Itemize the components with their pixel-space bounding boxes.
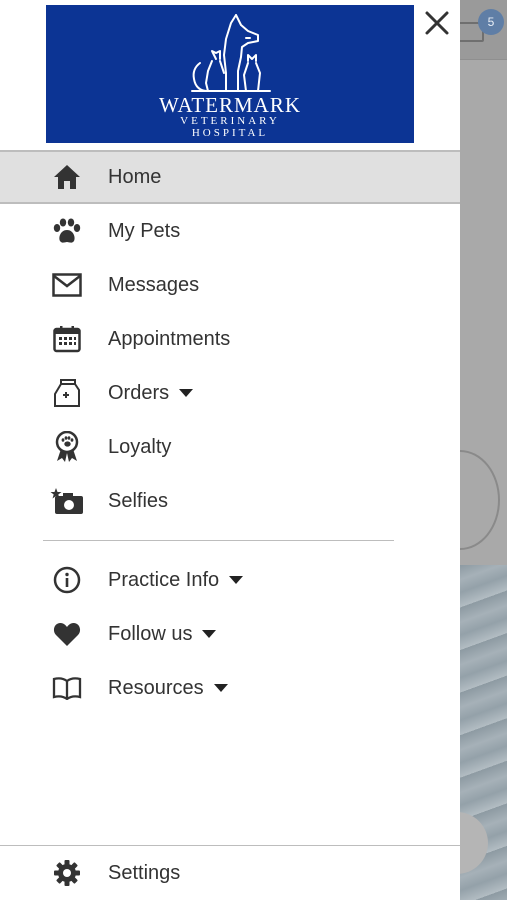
menu-item-label: Home [108,165,162,188]
chevron-down-icon [213,684,228,693]
menu-item-my-pets[interactable]: My Pets [0,204,460,258]
menu-divider [43,540,394,541]
notification-badge: 5 [478,9,504,35]
heart-icon [50,617,84,651]
award-ribbon-icon [50,430,84,464]
close-icon[interactable] [422,8,452,38]
menu-item-label: Resources [108,677,228,700]
chevron-down-icon [229,576,244,585]
chevron-down-icon [179,389,194,398]
menu-item-label: Loyalty [108,435,172,458]
menu-item-label: Settings [108,861,181,884]
menu-item-label: Follow us [108,622,217,646]
follow-us-label: Follow us [108,622,193,645]
open-book-icon [50,671,84,705]
orders-label: Orders [108,381,170,404]
background-app: 5 [460,0,507,900]
home-icon [50,160,84,194]
menu-item-home[interactable]: Home [0,150,460,204]
resources-label: Resources [108,676,204,699]
practice-info-label: Practice Info [108,568,220,591]
menu-item-practice-info[interactable]: Practice Info [0,553,460,607]
menu-item-resources[interactable]: Resources [0,661,460,715]
background-circle-button [460,450,500,550]
gear-icon [50,856,84,890]
menu-item-label: Selfies [108,489,169,512]
menu-item-label: Practice Info [108,568,244,592]
logo-subtitle-2: HOSPITAL [191,127,269,139]
menu-item-follow-us[interactable]: Follow us [0,607,460,661]
menu-item-label: My Pets [108,219,181,242]
menu-item-loyalty[interactable]: Loyalty [0,420,460,474]
menu-item-messages[interactable]: Messages [0,258,460,312]
background-header: 5 [460,0,507,60]
menu-item-appointments[interactable]: Appointments [0,312,460,366]
cat-dog-logo-icon [191,14,271,92]
menu-item-settings[interactable]: Settings [0,846,460,900]
navigation-drawer: WATERMARK VETERINARY HOSPITAL Home My Pe… [0,0,460,900]
menu-item-selfies[interactable]: Selfies [0,474,460,528]
paw-icon [50,214,84,248]
logo-subtitle-1: VETERINARY [180,115,280,127]
menu-item-orders[interactable]: Orders [0,366,460,420]
menu-item-label: Messages [108,273,200,296]
practice-logo: WATERMARK VETERINARY HOSPITAL [46,5,414,143]
food-bag-icon [50,376,84,410]
camera-star-icon [50,484,84,518]
info-circle-icon [50,563,84,597]
envelope-icon [50,268,84,302]
menu-item-label: Orders [108,381,194,405]
menu-item-label: Appointments [108,327,231,350]
calendar-icon [50,322,84,356]
chevron-down-icon [202,630,217,639]
